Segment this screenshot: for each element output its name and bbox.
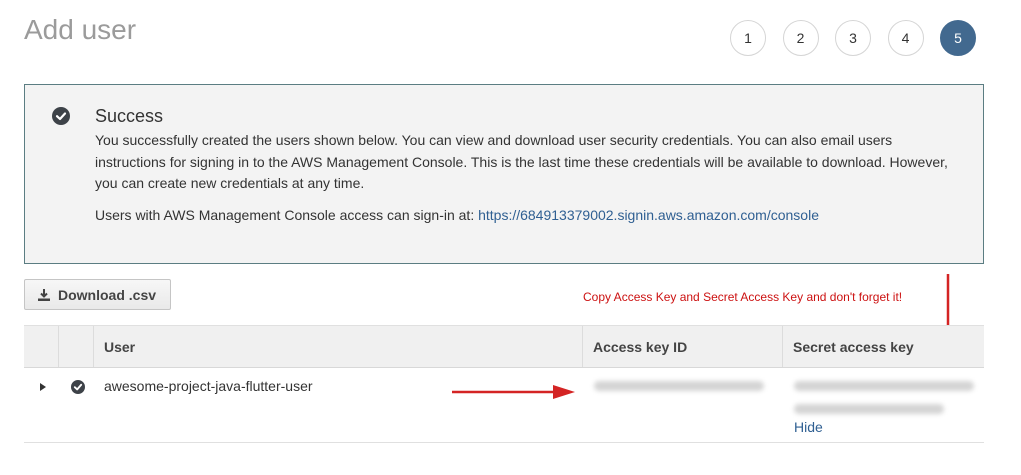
column-header-expand	[24, 326, 59, 367]
annotation-note: Copy Access Key and Secret Access Key an…	[583, 290, 903, 304]
success-alert: Success You successfully created the use…	[24, 84, 984, 264]
check-circle-icon	[71, 380, 85, 394]
signin-info: Users with AWS Management Console access…	[95, 207, 819, 223]
step-4[interactable]: 4	[887, 20, 924, 56]
expand-row-icon[interactable]	[38, 380, 48, 392]
column-header-status	[59, 326, 94, 367]
step-3[interactable]: 3	[835, 20, 871, 56]
download-label: Download .csv	[58, 286, 157, 303]
hide-secret-link[interactable]: Hide	[794, 419, 823, 435]
column-header-secret-access-key[interactable]: Secret access key	[783, 326, 984, 367]
step-2[interactable]: 2	[782, 20, 819, 56]
access-key-id-redacted	[594, 381, 764, 391]
table-row: awesome-project-java-flutter-user Hide	[24, 368, 984, 443]
signin-url-link[interactable]: https://684913379002.signin.aws.amazon.c…	[478, 207, 819, 223]
page-title: Add user	[24, 14, 137, 45]
signin-prefix: Users with AWS Management Console access…	[95, 207, 475, 223]
secret-access-key-redacted-line2	[794, 404, 944, 414]
download-csv-button[interactable]: Download .csv	[24, 279, 171, 310]
column-header-access-key-id[interactable]: Access key ID	[583, 326, 783, 367]
users-table: User Access key ID Secret access key awe…	[24, 325, 984, 443]
success-message: You successfully created the users shown…	[95, 132, 948, 191]
secret-access-key-redacted	[794, 381, 974, 391]
step-1[interactable]: 1	[730, 20, 766, 56]
step-5: 5	[940, 20, 976, 56]
check-circle-icon	[52, 107, 70, 125]
wizard-steps: 1 2 3 4 5	[730, 20, 976, 56]
user-name: awesome-project-java-flutter-user	[104, 378, 313, 394]
success-title: Success	[95, 106, 164, 126]
column-header-user[interactable]: User	[94, 326, 583, 367]
download-icon	[37, 288, 51, 302]
table-header: User Access key ID Secret access key	[24, 325, 984, 368]
